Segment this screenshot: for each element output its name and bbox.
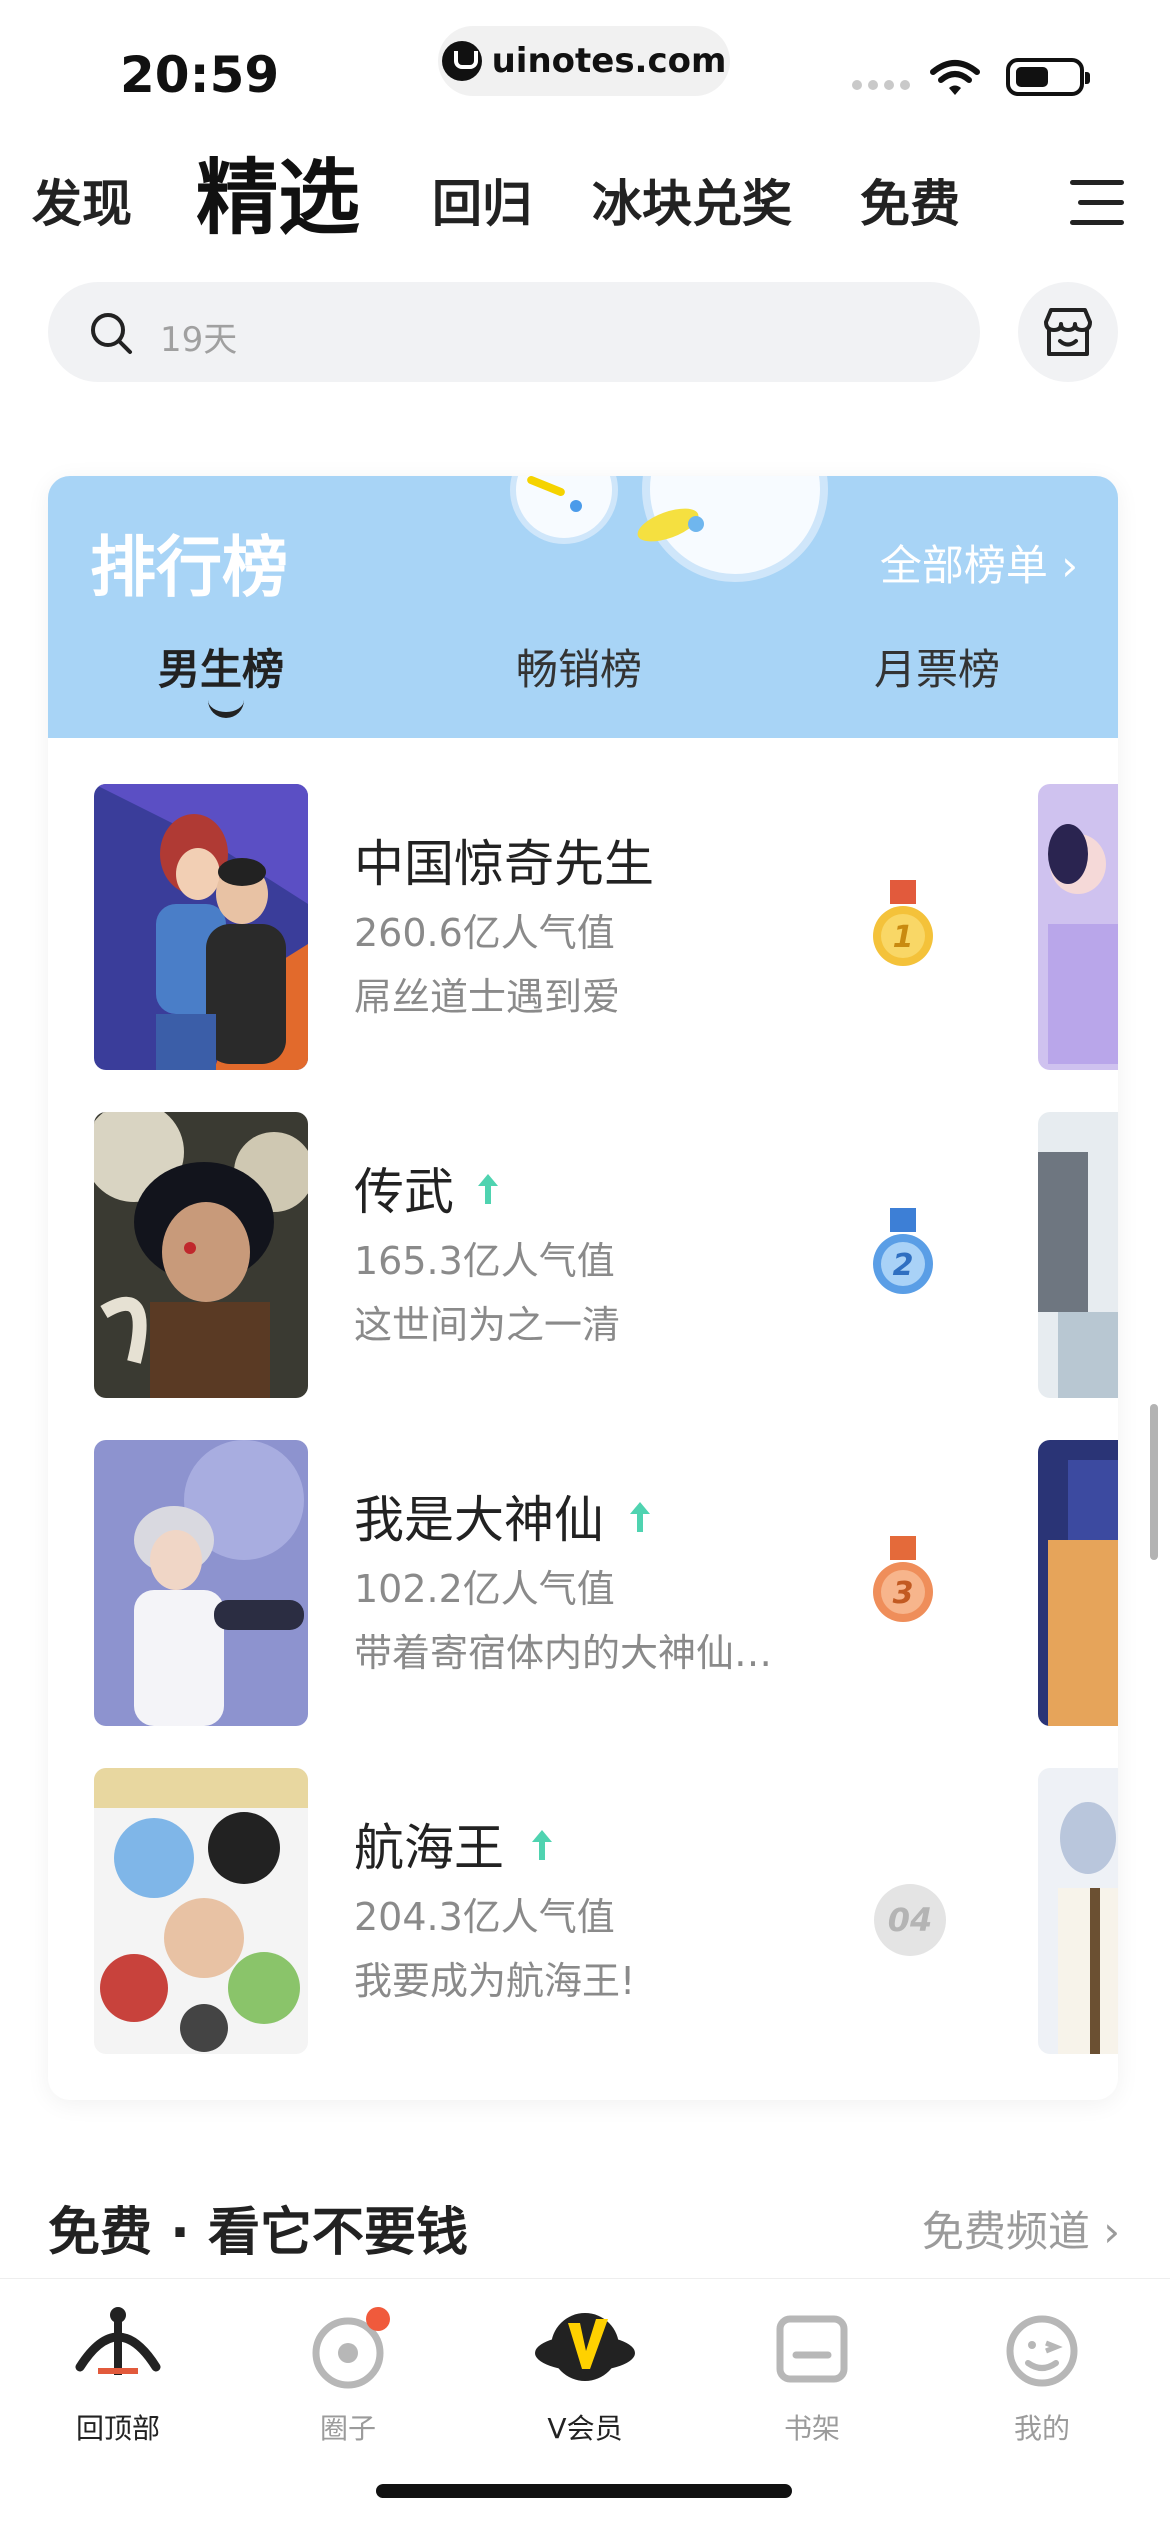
- comic-title: 航海王: [354, 1819, 504, 1877]
- silver-medal-icon: 2: [873, 1208, 933, 1294]
- free-section-title: 免费 · 看它不要钱: [48, 2203, 468, 2263]
- comic-tagline: 带着寄宿体内的大神仙…: [354, 1631, 773, 1675]
- rank-up-arrow-icon: [478, 1174, 498, 1204]
- search-icon: [91, 313, 132, 354]
- comic-title: 我是大神仙: [354, 1491, 604, 1549]
- nav-label: V会员: [547, 2412, 623, 2445]
- circle-icon: [312, 2307, 390, 2389]
- popularity-value: 260.6亿人气值: [354, 911, 615, 955]
- comic-tagline: 这世间为之一清: [354, 1303, 621, 1347]
- status-bar: 20:59 uinotes.com: [0, 0, 1170, 130]
- popularity-value: 165.3亿人气值: [354, 1239, 615, 1283]
- menu-icon[interactable]: [1070, 180, 1124, 228]
- comic-cover-next[interactable]: [1038, 784, 1118, 1070]
- cellular-signal-icon: [852, 80, 910, 90]
- back-to-top-icon: [75, 2307, 161, 2375]
- rank-up-arrow-icon: [630, 1502, 650, 1532]
- bookshelf-icon: [776, 2315, 848, 2383]
- store-button[interactable]: [1018, 282, 1118, 382]
- gold-medal-icon: 1: [873, 880, 933, 966]
- search-bar[interactable]: 19天: [48, 282, 980, 382]
- nav-vip[interactable]: V会员: [505, 2297, 665, 2447]
- home-indicator[interactable]: [376, 2484, 792, 2498]
- all-lists-link[interactable]: 全部榜单 ›: [880, 532, 1078, 593]
- comic-cover-next[interactable]: [1038, 1440, 1118, 1726]
- scrollbar[interactable]: [1150, 1404, 1158, 1560]
- ranking-title: 排行榜: [90, 529, 288, 606]
- ranking-row[interactable]: 中国惊奇先生 260.6亿人气值 屌丝道士遇到爱 1: [48, 784, 1118, 1074]
- rank-up-arrow-icon: [532, 1830, 552, 1860]
- tab-monthly-ticket-ranking[interactable]: 月票榜: [874, 636, 1000, 697]
- popularity-value: 204.3亿人气值: [354, 1895, 615, 1939]
- nav-circle[interactable]: 圈子: [268, 2297, 428, 2447]
- ranking-header: 排行榜 全部榜单 › 男生榜 畅销榜 月票榜: [48, 476, 1118, 738]
- nav-label: 书架: [783, 2412, 840, 2445]
- comic-title: 传武: [354, 1163, 454, 1221]
- comic-cover[interactable]: [94, 1768, 308, 2054]
- comic-cover-next[interactable]: [1038, 1112, 1118, 1398]
- url-text: uinotes.com: [491, 41, 727, 81]
- ranking-row[interactable]: 航海王 204.3亿人气值 我要成为航海王! 04: [48, 1768, 1118, 2058]
- battery-icon: [1006, 58, 1090, 96]
- profile-icon: [1006, 2315, 1078, 2387]
- tab-featured[interactable]: 精选: [196, 131, 360, 250]
- comic-cover[interactable]: [94, 1112, 308, 1398]
- comic-title: 中国惊奇先生: [354, 835, 654, 893]
- comic-tagline: 我要成为航海王!: [354, 1959, 636, 2003]
- tab-bestseller-ranking[interactable]: 畅销榜: [516, 636, 642, 697]
- comic-tagline: 屌丝道士遇到爱: [354, 975, 621, 1019]
- comic-cover-next[interactable]: [1038, 1768, 1118, 2054]
- ranking-row[interactable]: 传武 165.3亿人气值 这世间为之一清 2: [48, 1112, 1118, 1402]
- wifi-icon: [930, 60, 980, 95]
- svg-text:3: 3: [893, 1576, 914, 1611]
- tab-return[interactable]: 回归: [432, 164, 532, 236]
- search-placeholder: 19天: [160, 320, 238, 360]
- ranking-card: 排行榜 全部榜单 › 男生榜 畅销榜 月票榜 中国惊奇先生 260.6亿人气值 …: [48, 476, 1118, 2100]
- comic-cover[interactable]: [94, 784, 308, 1070]
- nav-label: 回顶部: [75, 2412, 160, 2445]
- tab-discover[interactable]: 发现: [32, 164, 132, 236]
- popularity-value: 102.2亿人气值: [354, 1567, 615, 1611]
- rank-number-badge: 04: [874, 1884, 946, 1956]
- nav-mine[interactable]: 我的: [962, 2297, 1122, 2447]
- active-tab-indicator: [208, 698, 244, 718]
- tab-male-ranking[interactable]: 男生榜: [158, 636, 284, 697]
- comic-cover[interactable]: [94, 1440, 308, 1726]
- svg-text:2: 2: [893, 1248, 914, 1283]
- nav-label: 圈子: [319, 2412, 376, 2445]
- decor-bubble: [510, 476, 618, 544]
- free-channel-link[interactable]: 免费频道 ›: [922, 2198, 1120, 2259]
- decor-dot: [570, 500, 582, 512]
- tab-free[interactable]: 免费: [860, 164, 960, 236]
- vip-icon: [535, 2313, 635, 2381]
- top-tabs: 发现 精选 回归 冰块兑奖 免费: [32, 140, 1032, 250]
- svg-text:1: 1: [893, 920, 914, 955]
- bronze-medal-icon: 3: [873, 1536, 933, 1622]
- status-time: 20:59: [120, 46, 280, 104]
- site-logo-icon: [441, 41, 482, 81]
- nav-label: 我的: [1013, 2412, 1070, 2445]
- decor-dot: [688, 516, 704, 532]
- tab-ice-redeem[interactable]: 冰块兑奖: [592, 164, 792, 236]
- nav-bookshelf[interactable]: 书架: [732, 2297, 892, 2447]
- ranking-row[interactable]: 我是大神仙 102.2亿人气值 带着寄宿体内的大神仙… 3: [48, 1440, 1118, 1730]
- url-pill[interactable]: uinotes.com: [438, 26, 730, 96]
- nav-back-to-top[interactable]: 回顶部: [38, 2297, 198, 2447]
- store-icon: [1044, 308, 1092, 356]
